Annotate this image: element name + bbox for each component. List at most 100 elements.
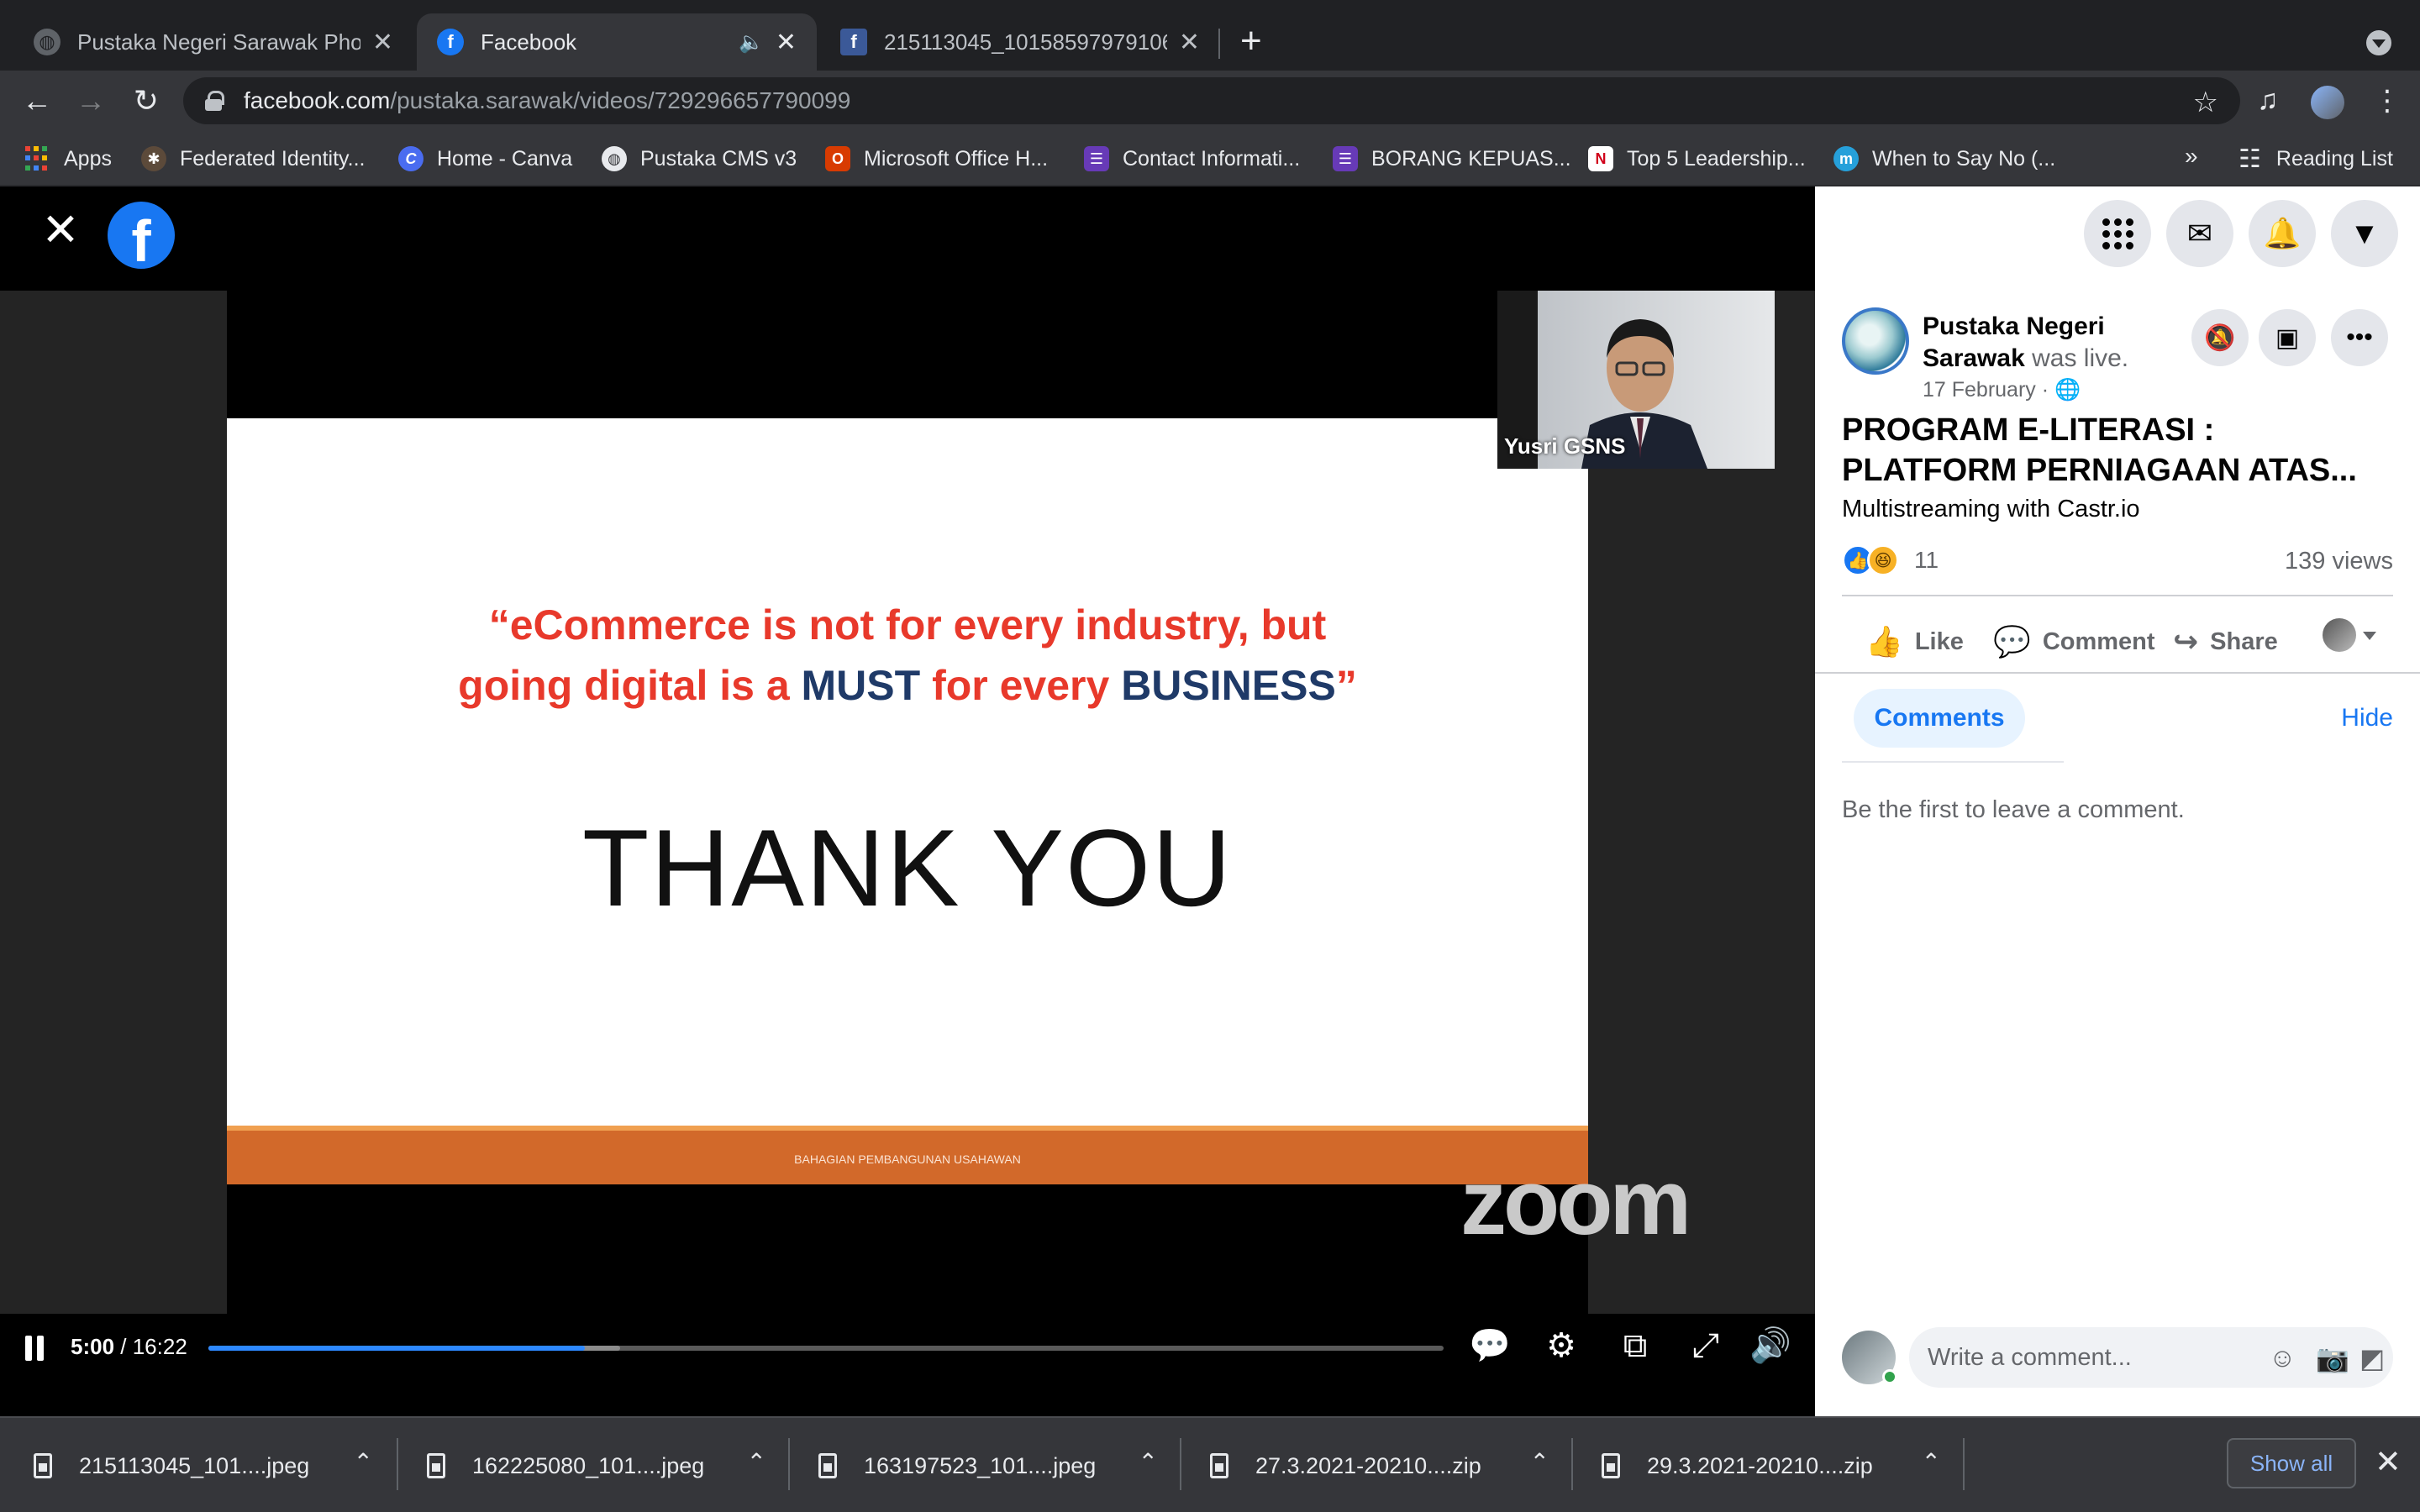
post-title: PROGRAM E-LITERASI : PLATFORM PERNIAGAAN… (1842, 412, 2357, 488)
close-tab-icon[interactable]: ✕ (372, 28, 393, 57)
comments-tab[interactable]: Comments (1854, 689, 2025, 748)
download-item[interactable]: 27.3.2021-20210....zip ⌃ (1210, 1438, 1549, 1494)
video-player[interactable]: “eCommerce is not for every industry, bu… (0, 291, 1815, 1314)
facebook-logo-icon[interactable]: f (108, 202, 175, 269)
reload-icon[interactable]: ↻ (123, 77, 170, 124)
divider (1842, 595, 2393, 596)
new-tab-icon[interactable]: + (1240, 20, 1262, 62)
close-viewer-icon[interactable]: ✕ (40, 207, 81, 253)
mute-notifications-button[interactable]: 🔕 (2191, 309, 2249, 366)
chevron-up-icon[interactable]: ⌃ (1139, 1448, 1158, 1476)
close-tab-icon[interactable]: ✕ (1179, 28, 1200, 57)
bookmark-label: BORANG KEPUAS... (1371, 146, 1571, 171)
share-as-avatar[interactable] (2323, 618, 2356, 652)
browser-menu-icon[interactable]: ⋮ (2373, 84, 2402, 118)
tab-strip: ◍ Pustaka Negeri Sarawak Photos ✕ f Face… (0, 0, 2420, 71)
download-item[interactable]: 162225080_101....jpeg ⌃ (427, 1438, 766, 1494)
hide-comments-link[interactable]: Hide (2341, 704, 2393, 732)
comment-composer[interactable]: ☺ 📷 ◩ (1909, 1327, 2393, 1388)
more-options-button[interactable]: ••• (2331, 309, 2388, 366)
menu-grid-button[interactable] (2084, 200, 2151, 267)
bookmark-canva[interactable]: C Home - Canva (398, 143, 572, 175)
forward-icon[interactable]: → (67, 77, 114, 124)
sticker-icon[interactable]: ◩ (2360, 1342, 2385, 1374)
download-item[interactable]: 163197523_101....jpeg ⌃ (818, 1438, 1158, 1494)
bookmark-federated[interactable]: ✱ Federated Identity... (141, 143, 366, 175)
download-divider (397, 1438, 398, 1490)
close-downloads-icon[interactable]: ✕ (2375, 1443, 2402, 1481)
bell-off-icon: 🔕 (2204, 323, 2236, 352)
comment-bubble-icon: 💬 (1993, 624, 2031, 659)
bookmark-contact-info[interactable]: ☰ Contact Informati... (1084, 143, 1300, 175)
chevron-up-icon[interactable]: ⌃ (1530, 1448, 1549, 1476)
tab-audio-icon[interactable]: 🔈 (739, 30, 764, 55)
tab-search-icon[interactable] (2366, 30, 2391, 55)
chevron-up-icon[interactable]: ⌃ (1922, 1448, 1941, 1476)
grid-icon (2102, 218, 2133, 249)
page-avatar[interactable] (1842, 307, 1909, 375)
comment-input[interactable] (1928, 1343, 2230, 1372)
bookmark-label: When to Say No (... (1872, 146, 2056, 171)
show-all-downloads-button[interactable]: Show all (2227, 1438, 2356, 1488)
messenger-button[interactable]: ✉ (2166, 200, 2233, 267)
post-date[interactable]: 17 February · 🌐 (1923, 378, 2081, 402)
comment-label: Comment (2042, 627, 2155, 655)
back-icon[interactable]: ← (13, 77, 60, 124)
share-arrow-icon: ↪ (2173, 624, 2199, 659)
account-button[interactable]: ▼ (2331, 200, 2398, 267)
video-viewer: ✕ f “eCommerce is not for every industry… (0, 186, 1815, 1416)
chevron-up-icon[interactable]: ⌃ (747, 1448, 766, 1476)
share-as-caret-icon[interactable] (2363, 632, 2376, 640)
tab-facebook[interactable]: f Facebook 🔈 ✕ (417, 13, 817, 71)
settings-gear-icon[interactable]: ⚙ (1541, 1326, 1581, 1366)
lock-icon[interactable] (205, 91, 224, 111)
reading-list[interactable]: ☷ Reading List (2238, 143, 2393, 175)
download-item[interactable]: 29.3.2021-20210....zip ⌃ (1602, 1438, 1941, 1494)
more-bookmarks-icon[interactable]: » (2185, 143, 2198, 170)
picture-in-picture-icon[interactable]: ⧉ (1615, 1326, 1655, 1366)
pause-icon[interactable] (25, 1336, 45, 1361)
empty-comments-message: Be the first to leave a comment. (1842, 796, 2185, 823)
form-icon: ☰ (1333, 146, 1358, 171)
comment-button[interactable]: 💬 Comment (1993, 617, 2155, 667)
save-button[interactable]: ▣ (2259, 309, 2316, 366)
bookmark-office[interactable]: O Microsoft Office H... (825, 143, 1048, 175)
bookmark-leadership[interactable]: N Top 5 Leadership... (1588, 143, 1806, 175)
bookmark-borang[interactable]: ☰ BORANG KEPUAS... (1333, 143, 1571, 175)
fullscreen-icon[interactable]: ⤢ (1686, 1326, 1726, 1366)
close-tab-icon[interactable]: ✕ (776, 28, 797, 57)
reading-list-icon: ☷ (2238, 144, 2261, 173)
download-divider (1571, 1438, 1573, 1490)
share-button[interactable]: ↪ Share (2173, 617, 2278, 667)
download-divider (788, 1438, 790, 1490)
reactions-summary[interactable]: 👍 😆 11 (1842, 544, 1939, 576)
seek-bar[interactable] (208, 1346, 1444, 1351)
globe-icon: ◍ (602, 146, 627, 171)
bookmark-label: Federated Identity... (180, 146, 366, 171)
tab-pustaka-photos[interactable]: ◍ Pustaka Negeri Sarawak Photos ✕ (13, 13, 413, 71)
emoji-icon[interactable]: ☺ (2269, 1342, 2296, 1373)
volume-icon[interactable]: 🔊 (1749, 1326, 1791, 1366)
chevron-up-icon[interactable]: ⌃ (354, 1448, 373, 1476)
download-filename: 29.3.2021-20210....zip (1647, 1452, 1873, 1478)
live-chat-icon[interactable]: 💬 (1469, 1326, 1511, 1366)
address-bar[interactable]: facebook.com/pustaka.sarawak/videos/7292… (183, 77, 2240, 124)
presentation-slide: “eCommerce is not for every industry, bu… (227, 418, 1588, 1273)
bookmark-pustaka-cms[interactable]: ◍ Pustaka CMS v3 (602, 143, 797, 175)
bookmark-say-no[interactable]: m When to Say No (... (1833, 143, 2055, 175)
camera-icon[interactable]: 📷 (2316, 1342, 2349, 1374)
media-control-icon[interactable]: ♫ (2257, 84, 2279, 117)
like-button[interactable]: 👍 Like (1865, 617, 1964, 667)
bookmark-star-icon[interactable]: ☆ (2193, 86, 2218, 119)
quote-line-1: “eCommerce is not for every industry, bu… (488, 601, 1327, 648)
zoom-watermark: zoom (1460, 1151, 1691, 1254)
bookmark-apps[interactable]: Apps (25, 143, 112, 175)
zip-file-icon (1210, 1453, 1230, 1478)
profile-avatar[interactable] (2311, 86, 2344, 119)
tab-image[interactable]: f 215113045_10158597979106247 ✕ (820, 13, 1220, 71)
slide-footer-bar: BAHAGIAN PEMBANGUNAN USAHAWAN (227, 1126, 1588, 1184)
tab-title: Pustaka Negeri Sarawak Photos (77, 29, 360, 55)
download-item[interactable]: 215113045_101....jpeg ⌃ (34, 1438, 373, 1494)
slide-footer-text: BAHAGIAN PEMBANGUNAN USAHAWAN (794, 1152, 1021, 1166)
notifications-button[interactable]: 🔔 (2249, 200, 2316, 267)
